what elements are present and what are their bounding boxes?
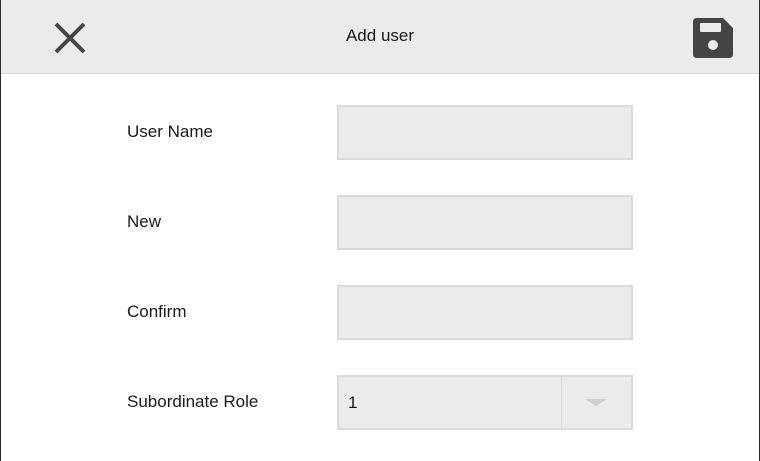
new-password-input[interactable] (337, 195, 633, 250)
add-user-dialog: Add user User Name New Confirm Subordina… (0, 0, 760, 461)
subordinate-role-row: Subordinate Role 1 (1, 375, 759, 431)
select-divider (561, 377, 562, 428)
confirm-password-row: Confirm (1, 285, 759, 341)
subordinate-role-value: 1 (348, 393, 358, 412)
confirm-password-label: Confirm (127, 302, 187, 321)
user-name-row: User Name (1, 105, 759, 161)
save-icon (693, 18, 733, 58)
subordinate-role-label: Subordinate Role (127, 392, 259, 411)
page-title: Add user (345, 26, 415, 45)
user-name-input[interactable] (337, 105, 633, 160)
user-name-label: User Name (127, 122, 213, 141)
new-password-label: New (127, 212, 162, 231)
new-password-row: New (1, 195, 759, 251)
subordinate-role-select[interactable]: 1 (337, 375, 633, 430)
confirm-password-input[interactable] (337, 285, 633, 340)
dialog-header: Add user (1, 0, 759, 74)
save-button[interactable] (692, 17, 734, 59)
chevron-down-icon[interactable] (585, 399, 607, 406)
